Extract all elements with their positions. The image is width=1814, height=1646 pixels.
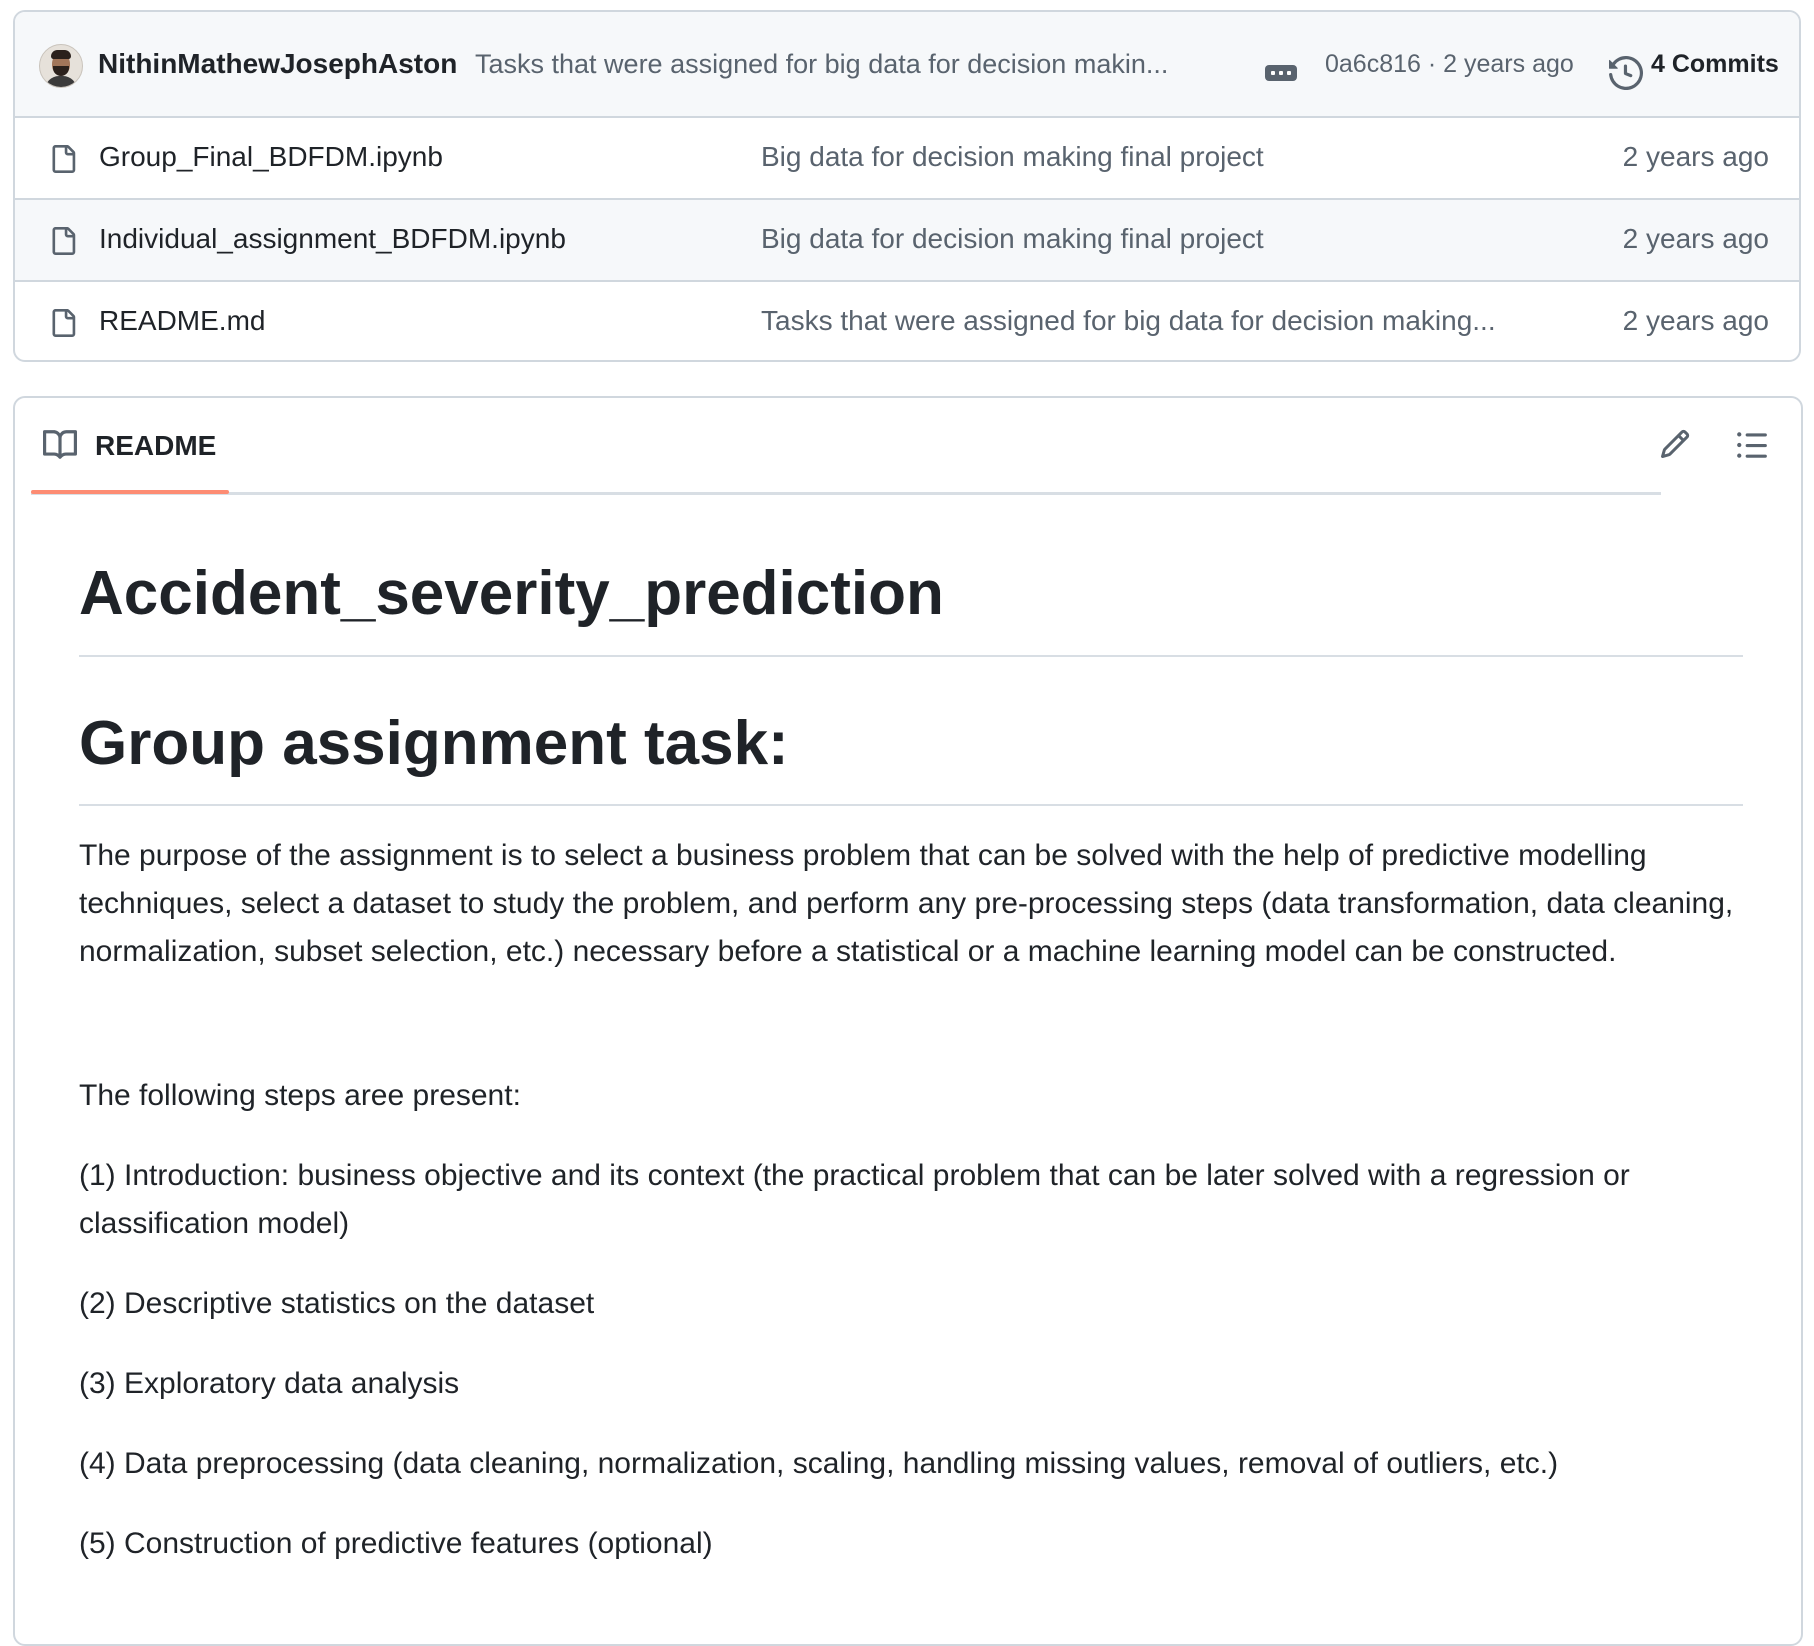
tab-divider xyxy=(31,492,1661,495)
readme-header: README xyxy=(15,398,1801,495)
file-icon xyxy=(52,227,76,255)
file-date: 2 years ago xyxy=(1622,141,1769,172)
history-icon[interactable] xyxy=(1609,56,1643,90)
readme-panel: README Accident_severity_prediction Grou… xyxy=(13,396,1803,1646)
file-date: 2 years ago xyxy=(1622,223,1769,254)
pencil-icon[interactable] xyxy=(1659,428,1691,460)
commits-link[interactable]: 4 Commits xyxy=(1651,50,1779,79)
readme-paragraph: The following steps aree present: xyxy=(79,1079,521,1112)
readme-paragraph: (5) Construction of predictive features … xyxy=(79,1527,713,1560)
readme-tab-label: README xyxy=(95,430,217,461)
commit-message-link[interactable]: Tasks that were assigned for big data fo… xyxy=(475,49,1235,80)
list-unordered-icon[interactable] xyxy=(1735,428,1769,462)
readme-paragraph: (3) Exploratory data analysis xyxy=(79,1367,460,1400)
readme-subtitle: Group assignment task: xyxy=(79,709,789,778)
file-name-link[interactable]: Individual_assignment_BDFDM.ipynb xyxy=(99,223,566,255)
commit-author-link[interactable]: NithinMathewJosephAston xyxy=(98,48,457,80)
file-commit-message[interactable]: Big data for decision making final proje… xyxy=(761,223,1541,255)
file-name-link[interactable]: Group_Final_BDFDM.ipynb xyxy=(99,141,443,173)
file-row[interactable]: Individual_assignment_BDFDM.ipynb Big da… xyxy=(15,198,1799,280)
tab-readme[interactable]: README xyxy=(31,398,229,494)
subtitle-divider xyxy=(79,804,1743,806)
file-row[interactable]: Group_Final_BDFDM.ipynb Big data for dec… xyxy=(15,116,1799,198)
ellipsis-icon[interactable] xyxy=(1265,65,1297,81)
latest-commit-bar: NithinMathewJosephAston Tasks that were … xyxy=(15,12,1799,118)
commit-sha-time[interactable]: 0a6c816 · 2 years ago xyxy=(1325,50,1574,79)
author-avatar[interactable] xyxy=(39,44,83,88)
readme-paragraph: (1) Introduction: business objective and… xyxy=(79,1159,1630,1240)
active-tab-indicator xyxy=(31,490,229,494)
readme-paragraph: (4) Data preprocessing (data cleaning, n… xyxy=(79,1447,1559,1480)
file-commit-message[interactable]: Tasks that were assigned for big data fo… xyxy=(761,305,1541,337)
file-commit-message[interactable]: Big data for decision making final proje… xyxy=(761,141,1541,173)
readme-paragraph: The purpose of the assignment is to sele… xyxy=(79,839,1734,968)
book-icon xyxy=(43,430,77,459)
file-listing: NithinMathewJosephAston Tasks that were … xyxy=(13,10,1801,362)
readme-title: Accident_severity_prediction xyxy=(79,559,944,628)
file-name-link[interactable]: README.md xyxy=(99,305,265,337)
file-icon xyxy=(52,145,76,173)
file-row[interactable]: README.md Tasks that were assigned for b… xyxy=(15,280,1799,360)
readme-paragraph: (2) Descriptive statistics on the datase… xyxy=(79,1287,595,1320)
title-divider xyxy=(79,655,1743,657)
file-icon xyxy=(52,309,76,337)
file-date: 2 years ago xyxy=(1622,305,1769,336)
